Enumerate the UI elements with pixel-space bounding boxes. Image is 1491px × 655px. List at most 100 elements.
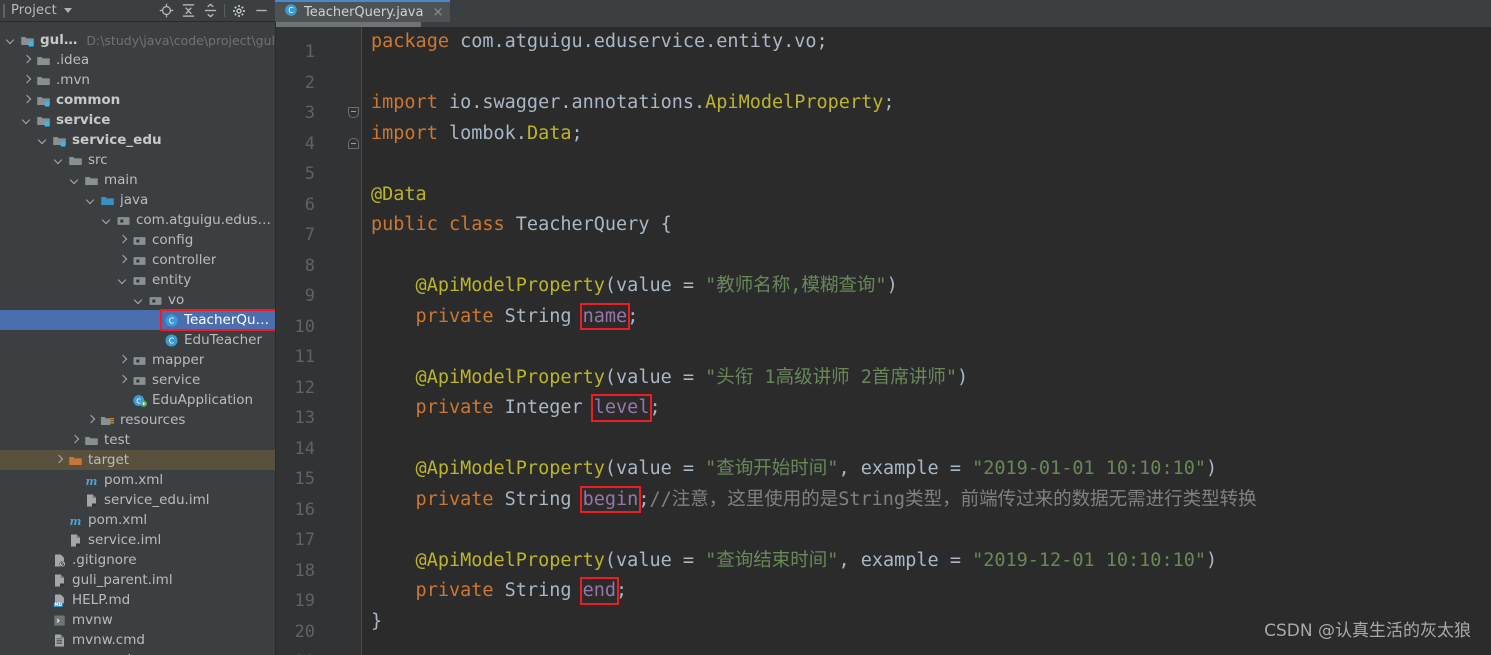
tree-item[interactable]: test: [0, 430, 275, 450]
editor-tab-teacherquery[interactable]: C TeacherQuery.java ×: [275, 0, 451, 22]
chevron-down-icon[interactable]: [38, 135, 49, 146]
package-icon: [116, 213, 131, 228]
svg-text:MD: MD: [55, 602, 63, 607]
chevron-right-icon[interactable]: [22, 75, 33, 86]
tree-item[interactable]: main: [0, 170, 275, 190]
tree-item[interactable]: resources: [0, 410, 275, 430]
project-tree[interactable]: guli_parent D:\study\java\code\project\gu…: [0, 22, 276, 655]
chevron-down-icon[interactable]: [54, 155, 65, 166]
tree-item-label: com.atguigu.eduservice: [136, 212, 275, 228]
code-line[interactable]: package com.atguigu.eduservice.entity.vo…: [362, 27, 1491, 58]
code-token: ;: [638, 488, 650, 510]
tree-item[interactable]: vo: [0, 290, 275, 310]
chevron-right-icon[interactable]: [54, 455, 65, 466]
minimize-icon[interactable]: [250, 0, 272, 22]
close-icon[interactable]: ×: [432, 6, 443, 19]
tree-item-selected[interactable]: C TeacherQuery: [0, 310, 275, 330]
chevron-right-icon[interactable]: [70, 435, 81, 446]
code-line[interactable]: [362, 515, 1491, 546]
code-content[interactable]: package com.atguigu.eduservice.entity.vo…: [362, 27, 1491, 655]
tree-item[interactable]: service_edu: [0, 130, 275, 150]
code-line[interactable]: private String name;: [362, 302, 1491, 333]
code-line[interactable]: @ApiModelProperty(value = "查询结束时间", exam…: [362, 546, 1491, 577]
code-line[interactable]: @ApiModelProperty(value = "头衔 1高级讲师 2首席讲…: [362, 363, 1491, 394]
project-toolwindow-title[interactable]: Project: [11, 3, 57, 18]
code-line[interactable]: public class TeacherQuery {: [362, 210, 1491, 241]
line-number-gutter[interactable]: 123456789101112131415161718192021: [276, 27, 362, 655]
tree-item[interactable]: service: [0, 110, 275, 130]
tree-item[interactable]: mpom.xml: [0, 510, 275, 530]
code-line[interactable]: @ApiModelProperty(value = "教师名称,模糊查询"): [362, 271, 1491, 302]
tree-item[interactable]: mapper: [0, 350, 275, 370]
chevron-down-icon[interactable]: [63, 8, 72, 13]
tree-item[interactable]: entity: [0, 270, 275, 290]
code-line[interactable]: [362, 332, 1491, 363]
folder-icon: [68, 153, 83, 168]
tree-item[interactable]: target: [0, 450, 275, 470]
tree-item[interactable]: service.iml: [0, 530, 275, 550]
scrollbar-thumb[interactable]: [276, 22, 421, 27]
annotated-field-name: begin: [579, 485, 642, 516]
tree-item[interactable]: C EduApplication: [0, 390, 275, 410]
chevron-right-icon[interactable]: [22, 55, 33, 66]
chevron-down-icon[interactable]: [86, 195, 97, 206]
code-token: class: [448, 214, 516, 235]
chevron-down-icon[interactable]: [22, 115, 33, 126]
folder-icon: [36, 73, 51, 88]
tree-item[interactable]: mvnw: [0, 610, 275, 630]
editor-horizontal-scrollbar[interactable]: [276, 22, 1491, 27]
tree-item[interactable]: service_edu.iml: [0, 490, 275, 510]
tree-item[interactable]: service: [0, 370, 275, 390]
tree-item[interactable]: guli_parent.iml: [0, 570, 275, 590]
chevron-down-icon[interactable]: [134, 295, 145, 306]
tree-item[interactable]: guli_parent D:\study\java\code\project\gu…: [0, 30, 275, 50]
chevron-down-icon[interactable]: [70, 175, 81, 186]
tree-item[interactable]: java: [0, 190, 275, 210]
settings-gear-icon[interactable]: [228, 0, 250, 22]
tree-item[interactable]: mvnw.cmd: [0, 630, 275, 650]
code-line[interactable]: [362, 58, 1491, 89]
collapse-all-icon[interactable]: [199, 0, 221, 22]
tree-item[interactable]: mpom.xml: [0, 470, 275, 490]
chevron-right-icon[interactable]: [86, 415, 97, 426]
tree-item[interactable]: com.atguigu.eduservice: [0, 210, 275, 230]
tree-item[interactable]: .gitignore: [0, 550, 275, 570]
code-line[interactable]: [362, 149, 1491, 180]
code-line[interactable]: private String begin;//注意，这里使用的是String类型…: [362, 485, 1491, 516]
tab-strip-empty: [450, 0, 1491, 22]
code-token: com.atguigu.eduservice.entity.vo;: [460, 31, 828, 52]
tree-item[interactable]: mpom.xml: [0, 650, 275, 655]
code-line[interactable]: private String end;: [362, 576, 1491, 607]
code-line[interactable]: @ApiModelProperty(value = "查询开始时间", exam…: [362, 454, 1491, 485]
code-line[interactable]: import lombok.Data;: [362, 119, 1491, 150]
chevron-right-icon[interactable]: [118, 255, 129, 266]
code-editor[interactable]: 123456789101112131415161718192021 packag…: [276, 22, 1491, 655]
tree-item[interactable]: .idea: [0, 50, 275, 70]
code-line[interactable]: @Data: [362, 180, 1491, 211]
tree-item[interactable]: common: [0, 90, 275, 110]
chevron-right-icon[interactable]: [118, 375, 129, 386]
code-line[interactable]: [362, 424, 1491, 455]
chevron-right-icon[interactable]: [118, 355, 129, 366]
maven-icon: m: [68, 513, 83, 528]
code-line[interactable]: import io.swagger.annotations.ApiModelPr…: [362, 88, 1491, 119]
chevron-down-icon[interactable]: [6, 35, 17, 46]
tree-item[interactable]: MD HELP.md: [0, 590, 275, 610]
chevron-right-icon[interactable]: [22, 95, 33, 106]
code-fold-open-icon[interactable]: [348, 107, 359, 118]
tree-item[interactable]: C EduTeacher: [0, 330, 275, 350]
code-fold-end-icon[interactable]: [348, 137, 359, 149]
chevron-right-icon[interactable]: [118, 235, 129, 246]
code-line[interactable]: [362, 241, 1491, 272]
tree-item[interactable]: src: [0, 150, 275, 170]
tree-item[interactable]: config: [0, 230, 275, 250]
expand-all-icon[interactable]: [177, 0, 199, 22]
chevron-down-icon[interactable]: [118, 275, 129, 286]
tree-item[interactable]: .mvn: [0, 70, 275, 90]
tree-item[interactable]: controller: [0, 250, 275, 270]
code-line[interactable]: private Integer level;: [362, 393, 1491, 424]
chevron-down-icon[interactable]: [102, 215, 113, 226]
code-token: Data: [526, 122, 572, 144]
locate-icon[interactable]: [155, 0, 177, 22]
